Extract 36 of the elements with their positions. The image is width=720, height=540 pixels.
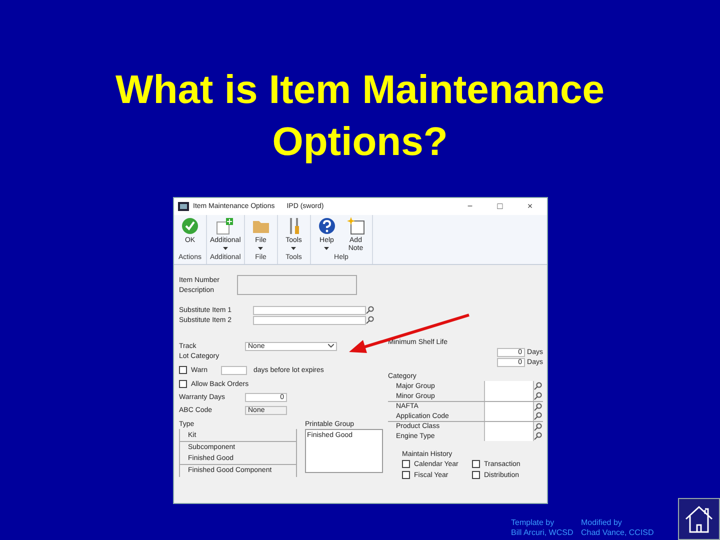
item-number-field[interactable]: [237, 275, 357, 295]
checkbox[interactable]: [402, 471, 410, 479]
checkbox[interactable]: [472, 471, 480, 479]
input-field[interactable]: [484, 402, 534, 412]
house-icon: [684, 504, 714, 534]
slide-title: What is Item Maintenance Options?: [114, 67, 606, 166]
credit-label: Modified by: [581, 518, 623, 528]
app-logo-icon: [178, 202, 189, 211]
input-field[interactable]: [484, 411, 534, 421]
chevron-icon: [328, 344, 334, 348]
input-field[interactable]: [484, 431, 534, 441]
close-button[interactable]: ×: [517, 202, 543, 211]
search-icon[interactable]: [534, 402, 542, 411]
checkbox[interactable]: [179, 380, 187, 388]
search-icon[interactable]: [366, 316, 374, 324]
input-field[interactable]: [484, 391, 534, 401]
input-field[interactable]: [484, 422, 534, 432]
input-field[interactable]: [253, 316, 366, 324]
search-icon[interactable]: [366, 306, 374, 314]
search-icon[interactable]: [534, 422, 542, 431]
input-field[interactable]: [253, 306, 366, 314]
credit-name: Chad Vance, CCISD: [581, 528, 655, 538]
input-field[interactable]: [484, 381, 534, 391]
search-icon[interactable]: [534, 392, 542, 400]
checkbox[interactable]: [402, 460, 410, 468]
search-icon[interactable]: [534, 382, 542, 390]
search-icon[interactable]: [534, 412, 542, 420]
checkbox[interactable]: [179, 366, 187, 374]
home-button[interactable]: [678, 498, 720, 540]
minimize-button[interactable]: −: [457, 202, 483, 211]
days-field[interactable]: [221, 366, 248, 374]
credit-name: Bill Arcuri, WCSD: [511, 528, 574, 538]
credit-label: Template by: [511, 518, 556, 528]
search-icon[interactable]: [534, 432, 542, 440]
maximize-button[interactable]: □: [487, 202, 513, 211]
checkbox[interactable]: [472, 460, 480, 468]
